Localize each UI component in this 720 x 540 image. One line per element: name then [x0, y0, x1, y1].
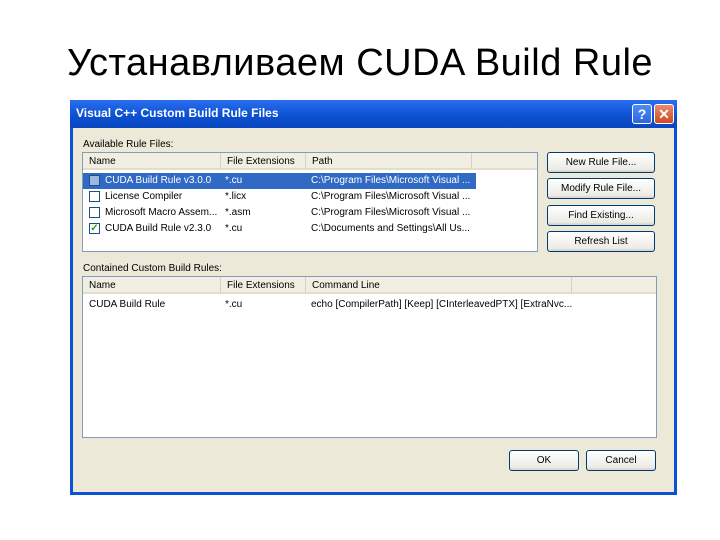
rule-path: C:\Program Files\Microsoft Visual ... [311, 175, 471, 186]
rule-extension: *.cu [225, 223, 243, 234]
rule-row-cuda-v2[interactable]: ✓ CUDA Build Rule v2.3.0 *.cu C:\Documen… [83, 221, 476, 237]
new-rule-file-button[interactable]: New Rule File... [547, 152, 655, 173]
rule-extension: *.cu [225, 175, 243, 186]
rule-checkbox[interactable] [89, 175, 100, 186]
dialog-title: Visual C++ Custom Build Rule Files [76, 106, 279, 120]
rule-name: License Compiler [105, 191, 183, 202]
rule-row-cuda-v3[interactable]: CUDA Build Rule v3.0.0 *.cu C:\Program F… [83, 173, 476, 189]
column-header-path[interactable]: Path [306, 153, 472, 170]
rule-name: CUDA Build Rule v3.0.0 [105, 175, 212, 186]
available-rules-list[interactable]: Name File Extensions Path CUDA Build Rul… [82, 152, 538, 252]
column-header-filler [472, 153, 537, 170]
rule-name: CUDA Build Rule v2.3.0 [105, 223, 212, 234]
rule-path: C:\Documents and Settings\All Us... [311, 223, 470, 234]
rule-extension: *.licx [225, 191, 247, 202]
find-existing-button[interactable]: Find Existing... [547, 205, 655, 226]
rule-checkbox[interactable] [89, 191, 100, 202]
column-header-file-extensions[interactable]: File Extensions [221, 153, 306, 170]
column-header-name[interactable]: Name [83, 277, 221, 294]
contained-rule-row[interactable]: CUDA Build Rule *.cu echo [CompilerPath]… [83, 297, 656, 313]
dialog-client-area: Available Rule Files: Name File Extensio… [73, 128, 674, 492]
column-header-name[interactable]: Name [83, 153, 221, 170]
rule-path: C:\Program Files\Microsoft Visual ... [311, 207, 471, 218]
rule-name: Microsoft Macro Assem... [105, 207, 218, 218]
rule-row-masm[interactable]: Microsoft Macro Assem... *.asm C:\Progra… [83, 205, 476, 221]
slide-title: Устанавливаем CUDA Build Rule [66, 42, 654, 84]
dialog-titlebar[interactable]: Visual C++ Custom Build Rule Files ? ✕ [70, 100, 677, 128]
contained-rule-name: CUDA Build Rule [89, 299, 166, 310]
help-icon[interactable]: ? [632, 104, 652, 124]
cancel-button[interactable]: Cancel [586, 450, 656, 471]
column-header-command-line[interactable]: Command Line [306, 277, 572, 294]
custom-build-rule-dialog: Visual C++ Custom Build Rule Files ? ✕ A… [70, 100, 677, 495]
refresh-list-button[interactable]: Refresh List [547, 231, 655, 252]
column-header-filler [572, 277, 656, 294]
available-rule-files-label: Available Rule Files: [83, 139, 174, 150]
contained-rules-list[interactable]: Name File Extensions Command Line CUDA B… [82, 276, 657, 438]
contained-build-rules-label: Contained Custom Build Rules: [83, 263, 222, 274]
rule-checkbox-checked[interactable]: ✓ [89, 223, 100, 234]
contained-rule-command: echo [CompilerPath] [Keep] [CInterleaved… [311, 299, 573, 310]
ok-button[interactable]: OK [509, 450, 579, 471]
rule-path: C:\Program Files\Microsoft Visual ... [311, 191, 471, 202]
contained-rule-extension: *.cu [225, 299, 243, 310]
rule-row-license-compiler[interactable]: License Compiler *.licx C:\Program Files… [83, 189, 476, 205]
rule-extension: *.asm [225, 207, 251, 218]
modify-rule-file-button[interactable]: Modify Rule File... [547, 178, 655, 199]
column-header-file-extensions[interactable]: File Extensions [221, 277, 306, 294]
close-icon[interactable]: ✕ [654, 104, 674, 124]
rule-checkbox[interactable] [89, 207, 100, 218]
